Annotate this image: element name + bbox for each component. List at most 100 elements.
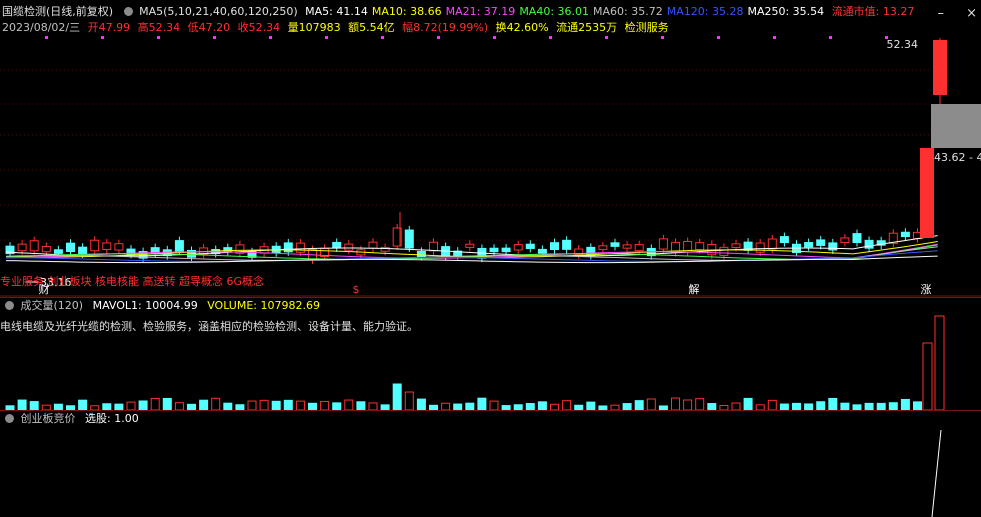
chart-canvas[interactable]: 52.3443.62 - 47.233.16财$解涨 xyxy=(0,0,981,517)
candle-body-49 xyxy=(598,245,608,250)
candle-body-2 xyxy=(29,240,39,252)
volume-bar-10 xyxy=(126,401,136,411)
volume-bar-71 xyxy=(864,402,874,411)
candle-body-35 xyxy=(429,241,438,252)
volume-bar-25 xyxy=(308,402,317,411)
volume-bar-72 xyxy=(876,402,886,411)
volume-bar-18 xyxy=(223,402,233,411)
volume-bar-23 xyxy=(283,399,293,411)
top-marker-9 xyxy=(549,36,552,39)
candle-body-23 xyxy=(283,242,293,253)
candle-body-3 xyxy=(41,245,51,253)
volume-bar-44 xyxy=(537,401,547,411)
candle-body-52 xyxy=(634,244,644,252)
candle-body-30 xyxy=(368,241,378,249)
candle-body-63 xyxy=(767,238,777,250)
marker-2: 解 xyxy=(689,282,700,296)
top-marker-5 xyxy=(325,36,328,39)
indicator-title[interactable]: 创业板竞价 xyxy=(21,412,76,425)
volume-bar-75 xyxy=(913,401,922,411)
settings-circle-icon[interactable] xyxy=(5,414,14,423)
mavol-value: MAVOL1: 10004.99 xyxy=(92,299,198,312)
candle-body-50 xyxy=(610,242,620,247)
volume-bar-26 xyxy=(320,400,330,411)
candle-body-67 xyxy=(816,239,826,246)
volume-bar-limit-1 xyxy=(922,342,933,411)
volume-bar-20 xyxy=(247,400,257,411)
volume-bar-60 xyxy=(731,402,741,411)
volume-bar-11 xyxy=(138,400,148,411)
candle-body-34 xyxy=(416,250,426,258)
marker-3: 涨 xyxy=(921,283,932,296)
volume-bar-29 xyxy=(356,401,366,411)
candle-body-24 xyxy=(295,242,305,253)
volume-bar-16 xyxy=(199,399,209,411)
top-marker-3 xyxy=(213,36,216,39)
volume-bar-27 xyxy=(332,402,342,411)
volume-bar-61 xyxy=(743,397,753,411)
volume-bar-36 xyxy=(441,402,451,411)
volume-bar-48 xyxy=(586,401,596,411)
top-marker-2 xyxy=(157,36,160,39)
price-gap-box xyxy=(931,104,981,148)
company-description: 电线电缆及光纤光缆的检测、检验服务，涵盖相应的检验检测、设备计量、能力验证。 xyxy=(0,320,418,333)
candle-body-60 xyxy=(731,243,741,248)
candle-body-4 xyxy=(53,249,63,254)
volume-bar-63 xyxy=(767,399,777,411)
candle-body-5 xyxy=(66,242,75,253)
top-marker-6 xyxy=(381,36,384,39)
volume-bar-1 xyxy=(17,399,27,411)
candle-body-41 xyxy=(501,247,511,253)
top-marker-13 xyxy=(773,36,776,39)
volume-bar-22 xyxy=(271,400,281,411)
volume-bar-13 xyxy=(162,397,172,411)
volume-bar-14 xyxy=(174,402,184,411)
pane-divider-indicator[interactable] xyxy=(0,410,981,411)
indicator-value: 选股: 1.00 xyxy=(85,412,139,425)
volume-value: VOLUME: 107982.69 xyxy=(207,299,320,312)
candle-body-45 xyxy=(550,242,559,251)
volume-bar-65 xyxy=(792,402,801,411)
candle-body-69 xyxy=(840,237,850,243)
top-marker-0 xyxy=(45,36,48,39)
candle-body-46 xyxy=(562,239,572,250)
volume-bar-73 xyxy=(888,402,898,411)
volume-bar-52 xyxy=(634,400,644,411)
candle-body-64 xyxy=(779,236,789,244)
volume-bar-17 xyxy=(211,397,221,411)
concept-tags[interactable]: 专业服务 创业板块 核电核能 高送转 超导概念 6G概念 xyxy=(0,273,264,289)
candle-body-68 xyxy=(828,242,838,251)
volume-bar-46 xyxy=(562,400,572,411)
top-marker-8 xyxy=(493,36,496,39)
candle-body-51 xyxy=(622,244,632,249)
volume-bar-53 xyxy=(646,398,656,411)
top-marker-11 xyxy=(661,36,664,39)
pane-divider-volume[interactable] xyxy=(0,297,981,298)
candle-body-74 xyxy=(900,231,910,238)
top-marker-10 xyxy=(605,36,608,39)
candle-body-40 xyxy=(489,247,499,253)
candle-body-44 xyxy=(537,248,547,254)
settings-circle-icon[interactable] xyxy=(5,301,14,310)
candle-body-28 xyxy=(344,243,354,251)
volume-bar-6 xyxy=(78,399,88,411)
candle-limit-up-1 xyxy=(920,148,934,238)
gap-range-label: 43.62 - 47.2 xyxy=(934,151,981,164)
candle-body-1 xyxy=(17,243,27,252)
candle-body-33 xyxy=(404,229,414,249)
volume-pane-title[interactable]: 成交量(120) xyxy=(21,299,84,312)
volume-bar-40 xyxy=(489,400,499,411)
volume-bar-34 xyxy=(416,398,426,411)
volume-bar-32 xyxy=(392,383,402,411)
candle-body-42 xyxy=(513,244,523,251)
top-marker-4 xyxy=(269,36,272,39)
volume-bar-30 xyxy=(368,402,378,411)
candle-body-9 xyxy=(114,243,124,251)
candle-body-54 xyxy=(658,238,668,250)
volume-bar-2 xyxy=(29,401,39,411)
top-marker-1 xyxy=(101,36,104,39)
volume-bar-limit-2 xyxy=(934,315,945,411)
candle-body-14 xyxy=(174,240,184,252)
top-marker-12 xyxy=(717,36,720,39)
candle-limit-up-2 xyxy=(933,40,947,95)
